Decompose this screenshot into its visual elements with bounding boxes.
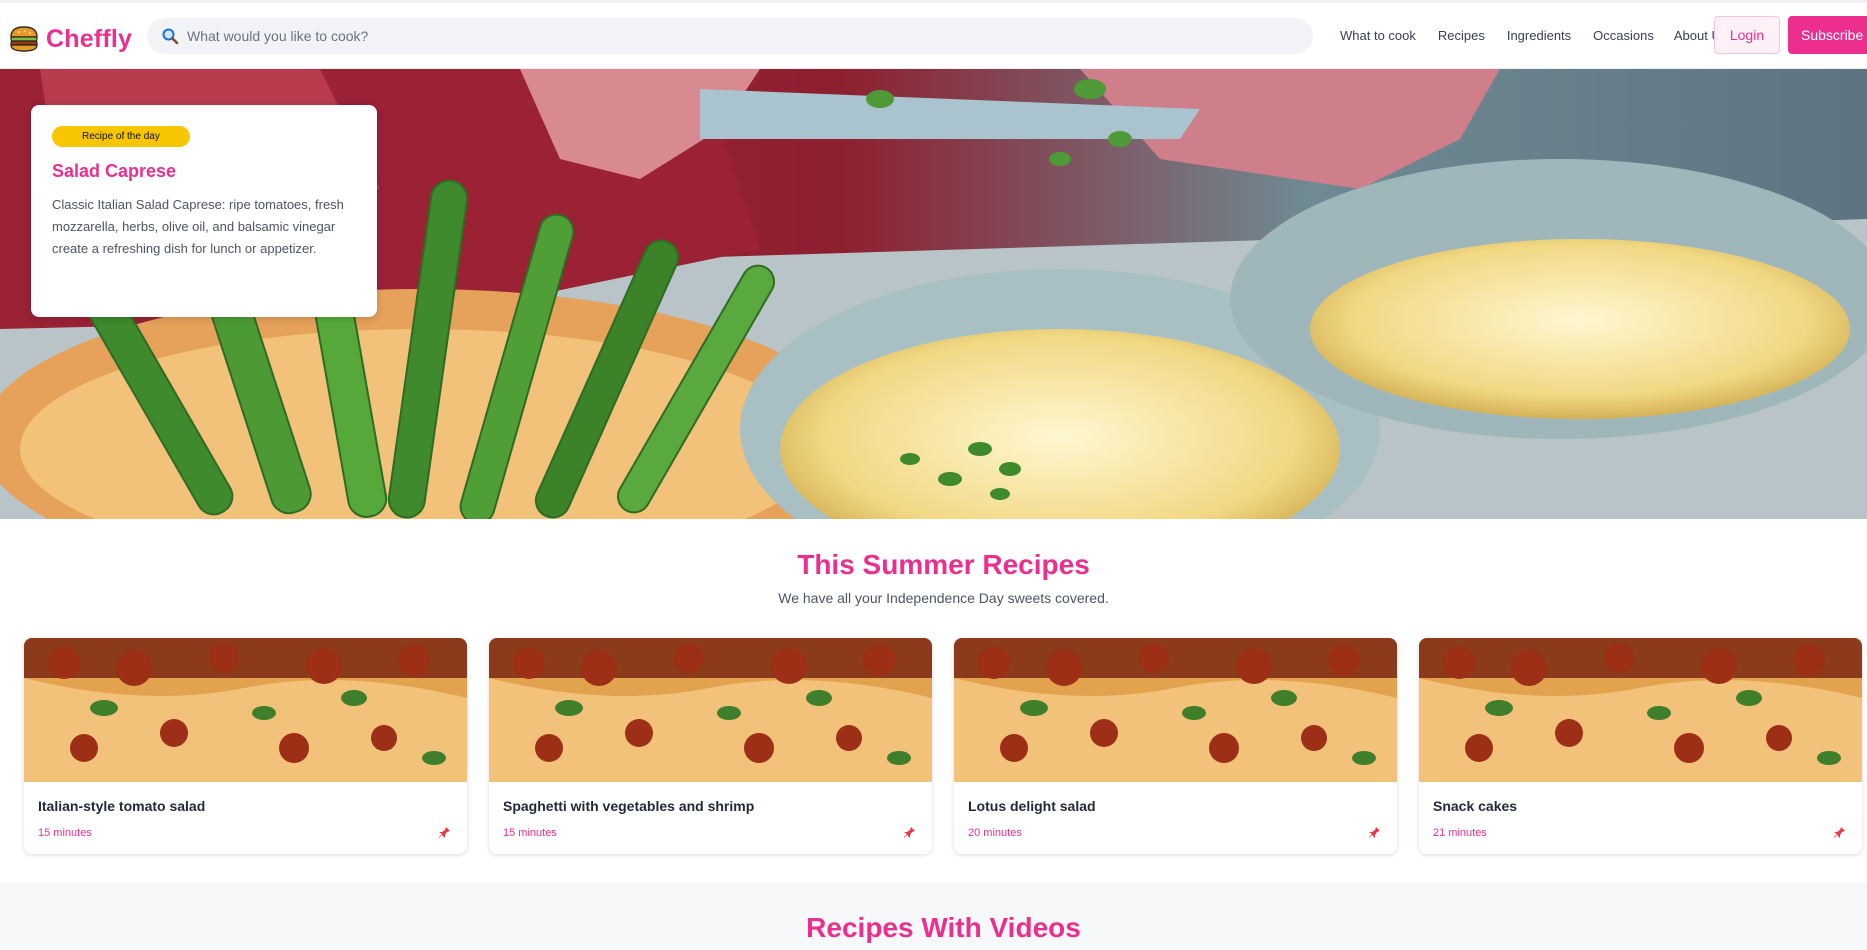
login-button[interactable]: Login <box>1714 16 1780 54</box>
brand-name: Cheffly <box>46 24 133 53</box>
recipe-title[interactable]: Spaghetti with vegetables and shrimp <box>503 798 754 814</box>
summer-section-title: This Summer Recipes <box>797 549 1090 580</box>
recipe-card[interactable]: Snack cakes 21 minutes <box>1419 638 1862 854</box>
nav-recipes[interactable]: Recipes <box>1438 28 1485 43</box>
recipe-of-the-day-card[interactable]: Recipe of the day Salad Caprese Classic … <box>31 105 377 317</box>
recipe-card[interactable]: Italian-style tomato salad 15 minutes <box>24 638 467 854</box>
recipe-time: 15 minutes <box>38 827 92 839</box>
logo[interactable]: Cheffly <box>8 21 132 57</box>
nav-ingredients[interactable]: Ingredients <box>1507 28 1571 43</box>
recipe-time: 20 minutes <box>968 827 1022 839</box>
subscribe-button[interactable]: Subscribe <box>1788 16 1867 54</box>
recipe-of-the-day-badge: Recipe of the day <box>52 126 190 147</box>
recipe-time: 21 minutes <box>1433 827 1487 839</box>
hero-recipe-title[interactable]: Salad Caprese <box>52 161 356 182</box>
pin-icon[interactable] <box>438 826 451 839</box>
nav-what-to-cook[interactable]: What to cook <box>1340 28 1416 43</box>
recipe-image <box>489 638 932 782</box>
recipe-image <box>1419 638 1862 782</box>
hero-banner: Recipe of the day Salad Caprese Classic … <box>0 69 1867 519</box>
recipe-title[interactable]: Lotus delight salad <box>968 798 1096 814</box>
recipe-image <box>954 638 1397 782</box>
recipe-title[interactable]: Italian-style tomato salad <box>38 798 205 814</box>
recipe-image <box>24 638 467 782</box>
pin-icon[interactable] <box>1368 826 1381 839</box>
recipe-title[interactable]: Snack cakes <box>1433 798 1517 814</box>
recipe-time: 15 minutes <box>503 827 557 839</box>
summer-recipe-cards: Italian-style tomato salad 15 minutes Sp… <box>24 638 1864 854</box>
pin-icon[interactable] <box>1833 826 1846 839</box>
recipe-card[interactable]: Lotus delight salad 20 minutes <box>954 638 1397 854</box>
search-bar[interactable] <box>147 18 1313 54</box>
main-nav: What to cook Recipes Ingredients Occasio… <box>1340 28 1727 43</box>
search-input[interactable] <box>187 28 1287 44</box>
videos-section-title: Recipes With Videos <box>806 912 1081 943</box>
pin-icon[interactable] <box>903 826 916 839</box>
site-header: Cheffly What to cook Recipes Ingredients… <box>0 3 1867 69</box>
hero-recipe-description: Classic Italian Salad Caprese: ripe toma… <box>52 197 344 256</box>
search-icon <box>162 28 179 45</box>
recipe-card[interactable]: Spaghetti with vegetables and shrimp 15 … <box>489 638 932 854</box>
burger-icon <box>10 26 38 52</box>
summer-section-subtitle: We have all your Independence Day sweets… <box>778 590 1109 606</box>
nav-occasions[interactable]: Occasions <box>1593 28 1654 43</box>
